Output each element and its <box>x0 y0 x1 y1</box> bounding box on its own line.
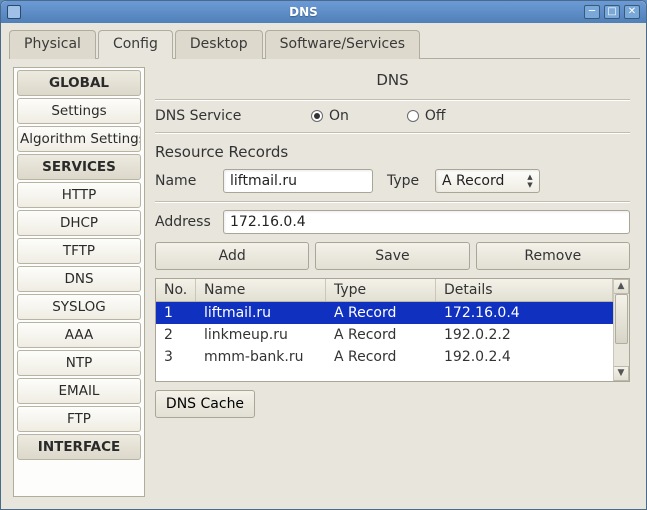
sidebar-header-global[interactable]: GLOBAL <box>17 70 141 96</box>
cell-details: 172.16.0.4 <box>436 302 613 324</box>
add-button[interactable]: Add <box>155 242 309 270</box>
type-select-value[interactable] <box>435 169 540 193</box>
sidebar-scroll[interactable]: GLOBAL Settings Algorithm Settings SERVI… <box>14 68 144 496</box>
col-no[interactable]: No. <box>156 279 196 301</box>
table-scrollbar[interactable]: ▲ ▼ <box>613 279 629 381</box>
type-label: Type <box>387 173 427 189</box>
app-icon <box>7 5 21 19</box>
radio-dot-icon <box>407 110 419 122</box>
address-label: Address <box>155 214 215 230</box>
content-area: Physical Config Desktop Software/Service… <box>1 23 646 509</box>
body: GLOBAL Settings Algorithm Settings SERVI… <box>7 59 640 503</box>
table-row[interactable]: 1 liftmail.ru A Record 172.16.0.4 <box>156 302 613 324</box>
type-select[interactable]: ▲▼ <box>435 169 540 193</box>
sidebar-item-settings[interactable]: Settings <box>17 98 141 124</box>
sidebar-item-email[interactable]: EMAIL <box>17 378 141 404</box>
cell-name: linkmeup.ru <box>196 324 326 346</box>
table-body: No. Name Type Details 1 liftmail.ru A Re… <box>156 279 613 381</box>
cell-name: mmm-bank.ru <box>196 346 326 368</box>
sidebar-item-http[interactable]: HTTP <box>17 182 141 208</box>
sidebar-item-dhcp[interactable]: DHCP <box>17 210 141 236</box>
window-title: DNS <box>27 5 580 19</box>
sidebar-header-services[interactable]: SERVICES <box>17 154 141 180</box>
save-button[interactable]: Save <box>315 242 469 270</box>
cell-type: A Record <box>326 346 436 368</box>
app-window: DNS ─ □ ✕ Physical Config Desktop Softwa… <box>0 0 647 510</box>
resource-records-title: Resource Records <box>155 143 630 161</box>
col-type[interactable]: Type <box>326 279 436 301</box>
dns-cache-button[interactable]: DNS Cache <box>155 390 255 418</box>
divider <box>155 201 630 202</box>
main-panel: DNS DNS Service On Off Resource Records <box>155 67 634 497</box>
col-name[interactable]: Name <box>196 279 326 301</box>
table-row[interactable]: 3 mmm-bank.ru A Record 192.0.2.4 <box>156 346 613 368</box>
name-label: Name <box>155 173 215 189</box>
radio-on-label: On <box>329 108 349 124</box>
cell-no: 3 <box>156 346 196 368</box>
divider <box>155 132 630 133</box>
sidebar-item-algorithm-settings[interactable]: Algorithm Settings <box>17 126 141 152</box>
dns-service-label: DNS Service <box>155 108 255 124</box>
remove-button[interactable]: Remove <box>476 242 630 270</box>
titlebar[interactable]: DNS ─ □ ✕ <box>1 1 646 23</box>
sidebar-item-dns[interactable]: DNS <box>17 266 141 292</box>
scroll-up-icon[interactable]: ▲ <box>614 279 629 294</box>
sidebar-item-aaa[interactable]: AAA <box>17 322 141 348</box>
col-details[interactable]: Details <box>436 279 613 301</box>
sidebar-item-tftp[interactable]: TFTP <box>17 238 141 264</box>
radio-on[interactable]: On <box>311 108 349 124</box>
scroll-down-icon[interactable]: ▼ <box>614 366 629 381</box>
close-button[interactable]: ✕ <box>624 5 640 19</box>
address-input[interactable] <box>223 210 630 234</box>
page-title: DNS <box>155 67 630 91</box>
radio-off-label: Off <box>425 108 446 124</box>
cell-type: A Record <box>326 302 436 324</box>
name-input[interactable] <box>223 169 373 193</box>
minimize-button[interactable]: ─ <box>584 5 600 19</box>
tab-software-services[interactable]: Software/Services <box>265 30 420 59</box>
sidebar-item-ftp[interactable]: FTP <box>17 406 141 432</box>
sidebar-header-interface[interactable]: INTERFACE <box>17 434 141 460</box>
scroll-thumb[interactable] <box>615 294 628 344</box>
tab-physical[interactable]: Physical <box>9 30 96 59</box>
cell-type: A Record <box>326 324 436 346</box>
cell-no: 2 <box>156 324 196 346</box>
cell-details: 192.0.2.4 <box>436 346 613 368</box>
address-row: Address <box>155 210 630 234</box>
radio-dot-icon <box>311 110 323 122</box>
maximize-button[interactable]: □ <box>604 5 620 19</box>
table-header: No. Name Type Details <box>156 279 613 302</box>
cell-name: liftmail.ru <box>196 302 326 324</box>
radio-off[interactable]: Off <box>407 108 446 124</box>
scroll-track[interactable] <box>614 294 629 366</box>
tab-bar: Physical Config Desktop Software/Service… <box>9 29 640 59</box>
sidebar: GLOBAL Settings Algorithm Settings SERVI… <box>13 67 145 497</box>
name-type-row: Name Type ▲▼ <box>155 169 630 193</box>
sidebar-item-syslog[interactable]: SYSLOG <box>17 294 141 320</box>
tab-desktop[interactable]: Desktop <box>175 30 263 59</box>
records-table: No. Name Type Details 1 liftmail.ru A Re… <box>155 278 630 382</box>
tab-config[interactable]: Config <box>98 30 173 59</box>
table-row[interactable]: 2 linkmeup.ru A Record 192.0.2.2 <box>156 324 613 346</box>
cell-details: 192.0.2.2 <box>436 324 613 346</box>
divider <box>155 99 630 100</box>
dns-service-row: DNS Service On Off <box>155 108 630 124</box>
sidebar-item-ntp[interactable]: NTP <box>17 350 141 376</box>
cell-no: 1 <box>156 302 196 324</box>
button-row: Add Save Remove <box>155 242 630 270</box>
